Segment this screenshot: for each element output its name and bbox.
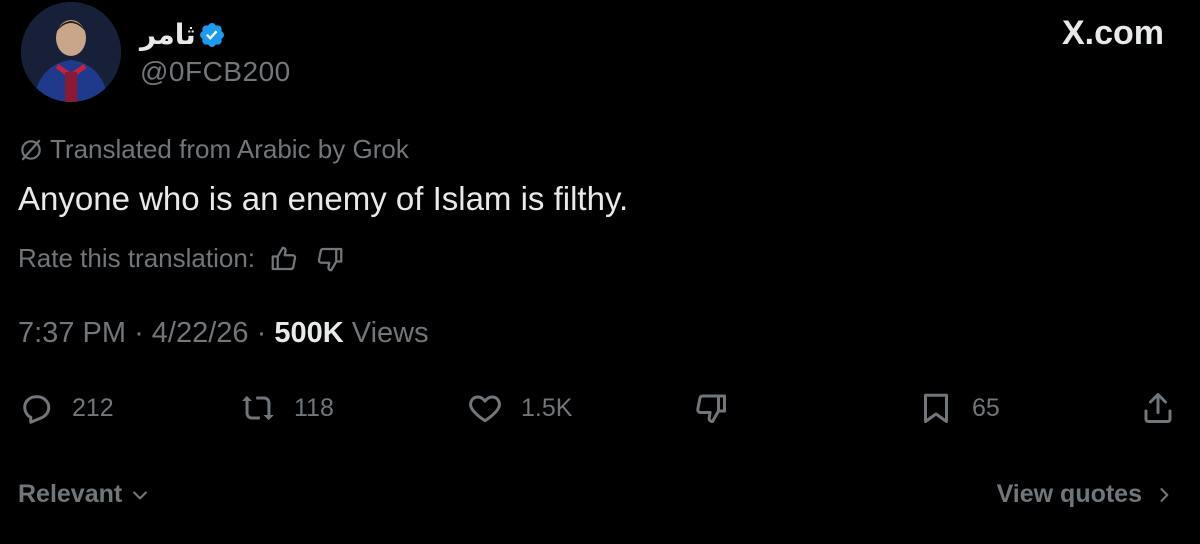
share-button[interactable] xyxy=(1140,388,1176,428)
author-handle[interactable]: @0FCB200 xyxy=(140,56,291,88)
tweet-text: Anyone who is an enemy of Islam is filth… xyxy=(18,180,629,217)
repost-icon xyxy=(242,395,274,421)
chevron-right-icon xyxy=(1160,487,1169,502)
site-watermark: X.com xyxy=(1061,14,1164,52)
like-count: 1.5K xyxy=(521,393,573,422)
grok-slash-icon xyxy=(21,139,41,160)
reply-icon xyxy=(23,395,51,424)
share-icon xyxy=(1144,393,1172,423)
downvote-icon xyxy=(696,394,726,423)
bookmark-icon xyxy=(924,393,948,423)
avatar[interactable] xyxy=(21,2,121,102)
repost-count: 118 xyxy=(294,393,334,422)
tweet-time: 7:37 PM xyxy=(18,317,126,349)
tweet-meta: 7:37 PM · 4/22/26 · 500K Views xyxy=(18,317,429,350)
reply-count: 212 xyxy=(72,393,114,422)
chevron-down-icon xyxy=(133,490,148,499)
reply-button[interactable]: 212 xyxy=(18,388,114,428)
author-display-name[interactable]: ثامر xyxy=(140,18,196,51)
thumbs-down-icon[interactable] xyxy=(315,244,345,274)
rate-translation-label: Rate this translation: xyxy=(18,243,256,273)
tweet-date: 4/22/26 xyxy=(151,317,249,349)
like-icon xyxy=(469,395,501,423)
thumbs-up-icon[interactable] xyxy=(269,244,299,274)
views-label: Views xyxy=(351,317,429,349)
verified-badge-icon xyxy=(200,23,224,47)
sort-label: Relevant xyxy=(18,480,123,508)
rate-translation-row: Rate this translation: xyxy=(18,243,345,274)
translation-notice[interactable]: Translated from Arabic by Grok xyxy=(18,134,409,165)
downvote-button[interactable] xyxy=(693,388,729,428)
translation-label: Translated from Arabic by Grok xyxy=(50,134,409,164)
view-quotes-label: View quotes xyxy=(996,480,1142,508)
views-count: 500K xyxy=(274,317,344,349)
bookmark-count: 65 xyxy=(972,393,1000,422)
bookmark-button[interactable]: 65 xyxy=(918,388,1000,428)
sort-replies-dropdown[interactable]: Relevant xyxy=(18,480,150,509)
meta-separator: · xyxy=(134,317,144,349)
repost-button[interactable]: 118 xyxy=(240,388,334,428)
like-button[interactable]: 1.5K xyxy=(467,388,572,428)
view-quotes-link[interactable]: View quotes xyxy=(997,480,1174,509)
meta-separator: · xyxy=(256,317,267,349)
